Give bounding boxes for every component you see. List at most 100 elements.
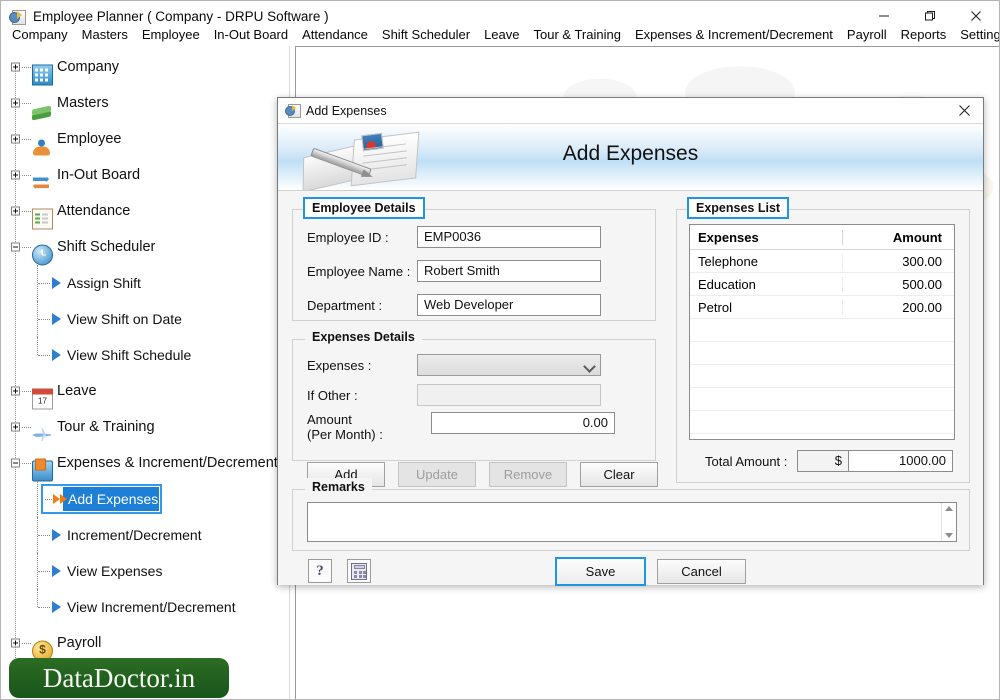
sidebar-item-label: Add Expenses [68,491,159,507]
collapse-icon[interactable] [11,458,20,468]
arrow-icon [52,277,61,289]
add-expenses-dialog: Add Expenses Add Expenses Employee Detai… [277,97,984,586]
cell-amount: 500.00 [842,276,950,292]
sidebar-item-add-expenses[interactable]: Add Expenses [1,481,289,517]
table-row[interactable]: Education 500.00 [690,273,954,296]
column-header-amount: Amount [842,229,950,245]
table-row-empty[interactable] [690,411,954,434]
expenses-details-legend: Expenses Details [305,328,422,346]
update-button: Update [398,462,476,487]
sidebar-item-company[interactable]: Company [1,49,289,85]
employee-planner-icon [9,8,26,25]
menu-item-shift-scheduler[interactable]: Shift Scheduler [375,26,477,44]
table-row-empty[interactable] [690,342,954,365]
scroll-down-icon[interactable] [945,533,953,538]
chevron-down-icon [585,362,593,370]
table-row-empty[interactable] [690,434,954,439]
menu-item-reports[interactable]: Reports [894,26,954,44]
menu-item-in-out-board[interactable]: In-Out Board [207,26,295,44]
expand-icon[interactable] [11,98,20,108]
sidebar-item-view-increment-decrement[interactable]: View Increment/Decrement [1,589,289,625]
sidebar-item-label: View Expenses [67,563,163,579]
dialog-banner-title: Add Expenses [562,142,699,165]
sidebar-item-view-shift-schedule[interactable]: View Shift Schedule [1,337,289,373]
menu-item-payroll[interactable]: Payroll [840,26,894,44]
employee-name-label: Employee Name : [307,263,411,279]
department-field[interactable]: Web Developer [417,294,601,316]
menu-bar: Company Masters Employee In-Out Board At… [1,25,999,45]
expand-icon[interactable] [11,170,20,180]
employee-name-field[interactable]: Robert Smith [417,260,601,282]
sidebar-item-expenses-increment-decrement[interactable]: Expenses & Increment/Decrement [1,445,289,481]
in-out-board-icon [32,174,51,193]
sidebar-item-leave[interactable]: Leave [1,373,289,409]
remarks-textarea[interactable] [307,502,957,542]
currency-field: $ [797,450,849,472]
sidebar-item-shift-scheduler[interactable]: Shift Scheduler [1,229,289,265]
if-other-field[interactable] [417,384,601,406]
menu-item-masters[interactable]: Masters [75,26,135,44]
column-header-expenses: Expenses [698,229,759,245]
amount-label-line1: Amount [307,412,352,427]
expand-icon[interactable] [11,386,20,396]
table-row-empty[interactable] [690,365,954,388]
sidebar-item-tour-training[interactable]: Tour & Training [1,409,289,445]
table-row-empty[interactable] [690,388,954,411]
sidebar-item-attendance[interactable]: Attendance [1,193,289,229]
calculator-icon[interactable] [347,559,371,583]
expand-icon[interactable] [11,422,20,432]
navigation-tree: Company Masters Employee In-Out Board At… [1,46,289,661]
cancel-button[interactable]: Cancel [657,559,746,584]
dialog-banner: Add Expenses [278,124,983,191]
shift-scheduler-icon [32,244,53,265]
menu-item-tour-training[interactable]: Tour & Training [527,26,628,44]
sidebar-item-view-expenses[interactable]: View Expenses [1,553,289,589]
sidebar-item-label: Increment/Decrement [67,527,202,543]
dialog-title: Add Expenses [306,103,387,118]
sidebar-item-label: Attendance [57,203,131,219]
arrow-icon [52,313,61,325]
sidebar-item-masters[interactable]: Masters [1,85,289,121]
scroll-up-icon[interactable] [945,506,953,511]
datadoctor-logo: DataDoctor.in [9,658,229,698]
expenses-dropdown[interactable] [417,354,601,376]
menu-item-attendance[interactable]: Attendance [295,26,375,44]
sidebar-item-label: View Shift Schedule [67,347,192,363]
expand-icon[interactable] [11,206,20,216]
table-row[interactable]: Petrol 200.00 [690,296,954,319]
arrow-icon [52,529,61,541]
expenses-icon [32,458,53,481]
menu-item-settings[interactable]: Settings [953,26,999,44]
expand-icon[interactable] [11,134,20,144]
save-button[interactable]: Save [555,557,646,586]
sidebar-item-employee[interactable]: Employee [1,121,289,157]
remarks-scrollbar[interactable] [941,503,956,541]
arrow-icon [52,565,61,577]
dialog-close-icon[interactable] [951,100,977,121]
table-row-empty[interactable] [690,319,954,342]
sidebar-item-label: Masters [57,95,109,111]
sidebar-item-view-shift-on-date[interactable]: View Shift on Date [1,301,289,337]
sidebar-item-label: Expenses & Increment/Decrement [57,455,278,471]
help-question-icon[interactable]: ? [308,559,332,583]
expenses-table[interactable]: Expenses Amount Telephone 300.00 Educati… [689,224,955,440]
sidebar-item-increment-decrement[interactable]: Increment/Decrement [1,517,289,553]
clear-button[interactable]: Clear [580,462,658,487]
menu-item-employee[interactable]: Employee [135,26,207,44]
expand-icon[interactable] [11,62,20,72]
add-expenses-icon [285,103,301,118]
sidebar-item-payroll[interactable]: Payroll [1,625,289,661]
menu-item-company[interactable]: Company [5,26,75,44]
total-amount-field: 1000.00 [849,450,953,472]
expand-icon[interactable] [11,638,20,648]
double-arrow-icon [53,494,67,504]
masters-icon [32,102,51,121]
menu-item-leave[interactable]: Leave [477,26,526,44]
amount-field[interactable]: 0.00 [431,412,615,434]
sidebar-item-assign-shift[interactable]: Assign Shift [1,265,289,301]
table-row[interactable]: Telephone 300.00 [690,250,954,273]
collapse-icon[interactable] [11,242,20,252]
sidebar-item-in-out-board[interactable]: In-Out Board [1,157,289,193]
employee-id-field[interactable]: EMP0036 [417,226,601,248]
menu-item-expenses[interactable]: Expenses & Increment/Decrement [628,26,840,44]
